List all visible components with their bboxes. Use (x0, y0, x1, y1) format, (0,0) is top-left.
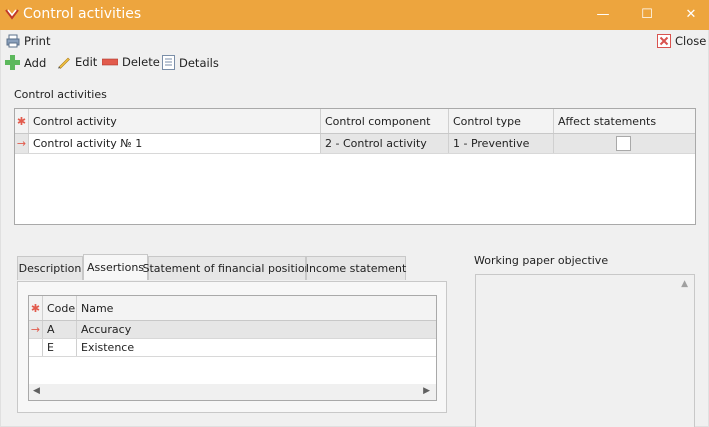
control-activities-grid[interactable]: ✱ Control activity Control component Con… (14, 108, 696, 225)
cell-code[interactable]: A (43, 321, 77, 338)
column-header-control-component[interactable]: Control component (321, 109, 449, 133)
column-header-code[interactable]: Code (43, 296, 77, 320)
control-activities-label: Control activities (14, 88, 107, 101)
details-icon (162, 55, 175, 70)
edit-label: Edit (75, 55, 98, 69)
delete-button[interactable]: Delete (102, 55, 160, 69)
grid-header: ✱ Control activity Control component Con… (15, 109, 695, 134)
table-row[interactable]: E Existence (29, 339, 436, 357)
title-bar: Control activities — ☐ ✕ (0, 0, 709, 30)
horizontal-scrollbar[interactable]: ◀ ▶ (29, 384, 436, 400)
window-body: Print Close Add Edit Delete Details Cont… (0, 30, 709, 427)
assertions-panel: ✱ Code Name → A Accuracy E Existence ◀ ▶ (17, 281, 447, 413)
column-header-affect-statements[interactable]: Affect statements (554, 109, 695, 133)
delete-label: Delete (122, 55, 160, 69)
print-button[interactable]: Print (6, 34, 50, 48)
scroll-right-icon[interactable]: ▶ (423, 386, 430, 396)
cell-name[interactable]: Accuracy (77, 321, 436, 338)
minimize-button[interactable]: — (580, 0, 626, 30)
cell-affect-statements[interactable] (554, 134, 695, 153)
row-indicator (29, 339, 43, 356)
column-header-control-activity[interactable]: Control activity (29, 109, 321, 133)
delete-icon (102, 58, 118, 66)
maximize-button[interactable]: ☐ (624, 0, 670, 30)
window-close-button[interactable]: ✕ (668, 0, 709, 30)
table-row[interactable]: → Control activity № 1 2 - Control activ… (15, 134, 695, 154)
tab-assertions[interactable]: Assertions (83, 254, 148, 280)
affect-statements-checkbox[interactable] (616, 136, 631, 151)
tab-description[interactable]: Description (17, 256, 83, 280)
table-row[interactable]: → A Accuracy (29, 321, 436, 339)
scroll-left-icon[interactable]: ◀ (33, 386, 40, 396)
details-button[interactable]: Details (162, 55, 219, 70)
assertions-grid[interactable]: ✱ Code Name → A Accuracy E Existence ◀ ▶ (28, 295, 437, 401)
details-label: Details (179, 55, 219, 70)
edit-button[interactable]: Edit (57, 55, 97, 69)
close-button[interactable]: Close (657, 34, 706, 48)
close-label: Close (675, 34, 707, 48)
cell-control-type[interactable]: 1 - Preventive (449, 134, 554, 153)
app-icon (5, 9, 19, 20)
column-header-control-type[interactable]: Control type (449, 109, 554, 133)
row-indicator-icon: → (29, 321, 43, 338)
add-icon (5, 55, 20, 70)
scroll-up-icon[interactable]: ▲ (681, 279, 688, 289)
print-icon (6, 34, 20, 48)
grid-header: ✱ Code Name (29, 296, 436, 321)
add-label: Add (24, 55, 47, 70)
edit-icon (58, 57, 70, 69)
new-row-icon: ✱ (15, 109, 29, 133)
row-indicator-icon: → (15, 134, 29, 153)
print-label: Print (24, 34, 51, 48)
tab-income-statement[interactable]: Income statement (306, 256, 406, 280)
cell-control-component[interactable]: 2 - Control activity (321, 134, 449, 153)
close-icon (657, 34, 671, 48)
working-paper-objective-field[interactable]: ▲ ▼ (475, 274, 695, 427)
cell-name[interactable]: Existence (77, 339, 436, 356)
tab-statement-of-financial-position[interactable]: Statement of financial position (142, 256, 312, 280)
cell-control-activity[interactable]: Control activity № 1 (29, 134, 321, 153)
working-paper-objective-label: Working paper objective (474, 254, 609, 267)
new-row-icon: ✱ (29, 296, 43, 320)
column-header-name[interactable]: Name (77, 296, 436, 320)
add-button[interactable]: Add (5, 55, 46, 70)
cell-code[interactable]: E (43, 339, 77, 356)
window-title: Control activities (23, 6, 142, 22)
